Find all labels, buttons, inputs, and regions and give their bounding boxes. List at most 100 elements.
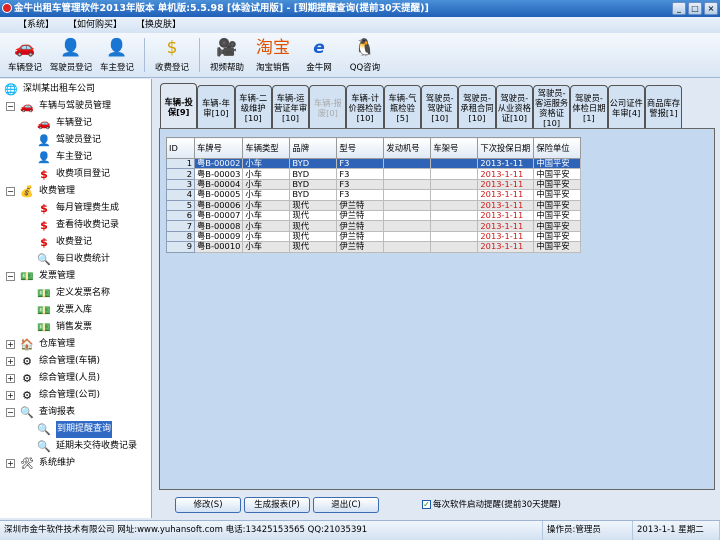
grid-cell[interactable]: 粤B-00007: [193, 209, 244, 222]
grid-cell[interactable]: 中国平安: [533, 168, 582, 180]
tab-1[interactable]: 车辆-年审[10]: [197, 85, 235, 129]
grid-cell[interactable]: [383, 178, 432, 191]
minimize-button[interactable]: _: [672, 2, 686, 15]
tree-item[interactable]: − 🚗 车辆与驾驶员管理: [0, 98, 151, 115]
grid-cell[interactable]: 现代: [289, 220, 338, 232]
grid-cell[interactable]: [430, 209, 479, 222]
tab-11[interactable]: 驾驶员-体检日期[1]: [570, 85, 608, 129]
tree-item[interactable]: + ⚙ 综合管理(公司): [0, 387, 151, 404]
tab-9[interactable]: 驾驶员-从业资格证[10]: [495, 85, 533, 129]
tab-2[interactable]: 车辆-二级维护[10]: [234, 85, 272, 129]
grid-cell[interactable]: 小车: [242, 241, 291, 253]
grid-cell[interactable]: 4: [166, 189, 195, 201]
grid-cell[interactable]: [383, 199, 432, 211]
table-row[interactable]: 3 粤B-00004 小车 BYD F3 2013-1-11 中国平安: [166, 178, 582, 191]
tab-8[interactable]: 驾驶员-承租合同[10]: [458, 85, 496, 129]
table-row[interactable]: 2 粤B-00003 小车 BYD F3 2013-1-11 中国平安: [166, 168, 582, 180]
grid-cell[interactable]: 小车: [242, 230, 291, 243]
grid-cell[interactable]: 现代: [289, 230, 338, 243]
grid-cell[interactable]: BYD: [289, 157, 338, 170]
grid-cell[interactable]: 中国平安: [533, 241, 582, 253]
grid-cell[interactable]: 粤B-00005: [193, 189, 244, 201]
tab-7[interactable]: 驾驶员-驾驶证[10]: [421, 85, 459, 129]
expand-toggle-icon[interactable]: +: [6, 391, 15, 400]
column-header[interactable]: 发动机号: [383, 137, 432, 159]
toolbar-button-2[interactable]: 👤 车主登记: [94, 33, 140, 77]
grid-cell[interactable]: 伊兰特: [336, 230, 385, 243]
exit-button[interactable]: 退出(C): [313, 497, 379, 513]
column-header[interactable]: 品牌: [289, 137, 338, 159]
tree-item[interactable]: 👤 车主登记: [0, 149, 151, 166]
tree-item[interactable]: − 🔍 查询报表: [0, 404, 151, 421]
grid-cell[interactable]: 中国平安: [533, 230, 582, 243]
toolbar-button-0[interactable]: 🚗 车辆登记: [2, 33, 48, 77]
grid-cell[interactable]: 3: [166, 178, 195, 191]
grid-cell[interactable]: [383, 230, 432, 243]
tab-4[interactable]: 车辆-报废[0]: [309, 85, 347, 129]
tree-item[interactable]: − 💰 收费管理: [0, 183, 151, 200]
grid-cell[interactable]: [430, 220, 479, 232]
tree-item[interactable]: 🔍 延期未交待收费记录: [0, 438, 151, 455]
grid-cell[interactable]: [383, 168, 432, 180]
grid-cell[interactable]: 粤B-00010: [193, 241, 244, 253]
grid-cell[interactable]: [430, 178, 479, 191]
grid-cell[interactable]: 伊兰特: [336, 220, 385, 232]
grid-cell[interactable]: 粤B-00009: [193, 230, 244, 243]
toolbar-button-5[interactable]: 淘宝 淘宝销售: [250, 33, 296, 77]
menu-how-to-buy[interactable]: 【如何购买】: [68, 17, 122, 33]
grid-cell[interactable]: 2013-1-11: [477, 178, 535, 191]
checkbox-check-icon[interactable]: ✓: [422, 499, 431, 509]
grid-cell[interactable]: 中国平安: [533, 189, 582, 201]
grid-cell[interactable]: [430, 241, 479, 253]
column-header[interactable]: 下次投保日期: [477, 137, 535, 159]
grid-cell[interactable]: BYD: [289, 168, 338, 180]
tree-item[interactable]: + ⚙ 综合管理(人员): [0, 370, 151, 387]
column-header[interactable]: 车架号: [430, 137, 479, 159]
grid-cell[interactable]: 中国平安: [533, 199, 582, 211]
grid-cell[interactable]: F3: [336, 178, 385, 191]
grid-cell[interactable]: 现代: [289, 209, 338, 222]
table-row[interactable]: 6 粤B-00007 小车 现代 伊兰特 2013-1-11 中国平安: [166, 209, 582, 222]
expand-toggle-icon[interactable]: +: [6, 459, 15, 468]
toolbar-button-7[interactable]: 🐧 QQ咨询: [342, 33, 388, 77]
table-row[interactable]: 8 粤B-00009 小车 现代 伊兰特 2013-1-11 中国平安: [166, 230, 582, 243]
grid-cell[interactable]: 现代: [289, 241, 338, 253]
tree-item[interactable]: 💵 销售发票: [0, 319, 151, 336]
expand-toggle-icon[interactable]: +: [6, 357, 15, 366]
grid-cell[interactable]: 伊兰特: [336, 209, 385, 222]
grid-cell[interactable]: 5: [166, 199, 195, 211]
grid-cell[interactable]: [430, 230, 479, 243]
grid-cell[interactable]: [383, 241, 432, 253]
tree-item[interactable]: 👤 驾驶员登记: [0, 132, 151, 149]
tree-item[interactable]: + 🏠 仓库管理: [0, 336, 151, 353]
column-header[interactable]: 型号: [336, 137, 385, 159]
expand-toggle-icon[interactable]: +: [6, 340, 15, 349]
grid-cell[interactable]: 中国平安: [533, 220, 582, 232]
grid-cell[interactable]: 8: [166, 230, 195, 243]
grid-cell[interactable]: 现代: [289, 199, 338, 211]
tree-item[interactable]: − 💵 发票管理: [0, 268, 151, 285]
grid-cell[interactable]: 2013-1-11: [477, 230, 535, 243]
edit-button[interactable]: 修改(S): [175, 497, 241, 513]
tree-item[interactable]: 💵 定义发票名称: [0, 285, 151, 302]
table-row[interactable]: 4 粤B-00005 小车 BYD F3 2013-1-11 中国平安: [166, 189, 582, 201]
toolbar-button-3[interactable]: $ 收费登记: [149, 33, 195, 77]
generate-report-button[interactable]: 生成报表(P): [244, 497, 310, 513]
grid-cell[interactable]: 粤B-00004: [193, 178, 244, 191]
expand-toggle-icon[interactable]: −: [6, 272, 15, 281]
expand-toggle-icon[interactable]: −: [6, 408, 15, 417]
grid-cell[interactable]: [430, 189, 479, 201]
grid-cell[interactable]: F3: [336, 189, 385, 201]
grid-cell[interactable]: 2: [166, 168, 195, 180]
grid-cell[interactable]: BYD: [289, 189, 338, 201]
grid-cell[interactable]: 小车: [242, 168, 291, 180]
column-header[interactable]: 车牌号: [193, 137, 244, 159]
table-row[interactable]: 5 粤B-00006 小车 现代 伊兰特 2013-1-11 中国平安: [166, 199, 582, 211]
grid-cell[interactable]: 2013-1-11: [477, 157, 535, 170]
grid-cell[interactable]: F3: [336, 168, 385, 180]
grid-cell[interactable]: F3: [336, 157, 385, 170]
tab-10[interactable]: 驾驶员-客运服务资格证[10]: [532, 85, 571, 129]
grid-cell[interactable]: 2013-1-11: [477, 199, 535, 211]
tree-item[interactable]: 🚗 车辆登记: [0, 115, 151, 132]
table-row[interactable]: 9 粤B-00010 小车 现代 伊兰特 2013-1-11 中国平安: [166, 241, 582, 253]
